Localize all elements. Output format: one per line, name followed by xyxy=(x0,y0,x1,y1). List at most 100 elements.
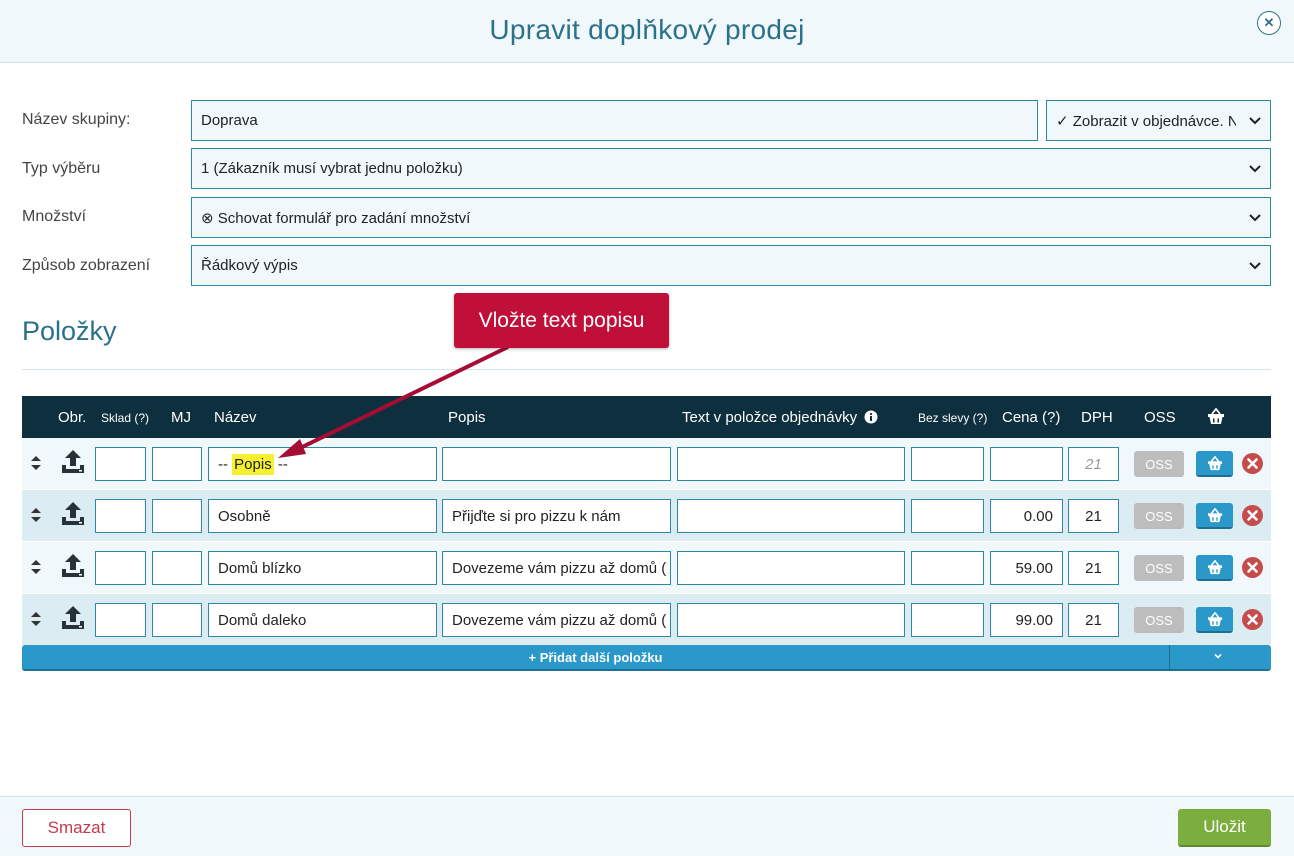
unit-input[interactable] xyxy=(152,499,202,533)
delete-row-icon[interactable] xyxy=(1242,609,1263,630)
dialog-title: Upravit doplňkový prodej xyxy=(489,14,805,45)
save-button[interactable]: Uložit xyxy=(1178,809,1271,847)
unit-input[interactable] xyxy=(152,551,202,585)
unit-input[interactable] xyxy=(152,447,202,481)
price-input[interactable]: 99.00 xyxy=(990,603,1063,637)
group-name-input[interactable]: Doprava xyxy=(191,100,1038,141)
table-row: Osobně Přijďte si pro pizzu k nám 0.00 2… xyxy=(22,490,1271,541)
display-mode-value: Řádkový výpis xyxy=(201,257,298,274)
callout-tooltip: Vložte text popisu xyxy=(454,293,669,348)
item-name-input[interactable]: Domů daleko xyxy=(208,603,437,637)
chevron-down-icon xyxy=(1249,214,1261,222)
sort-handle-icon[interactable] xyxy=(31,508,41,522)
item-description-input[interactable]: Dovezeme vám pizzu až domů ( xyxy=(442,551,671,585)
order-text-input[interactable] xyxy=(677,603,905,637)
no-discount-input[interactable] xyxy=(911,499,984,533)
stock-input[interactable] xyxy=(95,551,146,585)
quantity-select[interactable]: ⊗ Schovat formulář pro zadání množství xyxy=(191,197,1271,238)
item-description-input[interactable]: Dovezeme vám pizzu až domů ( xyxy=(442,603,671,637)
oss-toggle-button[interactable]: OSS xyxy=(1134,451,1184,477)
header-no-discount[interactable]: Bez slevy (?) xyxy=(918,411,987,425)
basket-icon xyxy=(1207,559,1222,574)
item-name-prefix: -- xyxy=(218,455,233,473)
oss-toggle-button[interactable]: OSS xyxy=(1134,607,1184,633)
vat-input[interactable]: 21 xyxy=(1068,447,1119,481)
delete-row-icon[interactable] xyxy=(1242,505,1263,526)
basket-icon xyxy=(1207,455,1222,470)
sort-handle-icon[interactable] xyxy=(31,612,41,626)
dialog-footer: Smazat Uložit xyxy=(0,796,1294,856)
items-section-title: Položky xyxy=(22,316,117,346)
order-text-input[interactable] xyxy=(677,499,905,533)
price-input[interactable]: 0.00 xyxy=(990,499,1063,533)
stock-input[interactable] xyxy=(95,603,146,637)
delete-button[interactable]: Smazat xyxy=(22,809,131,847)
group-name-label: Název skupiny: xyxy=(22,111,131,128)
order-text-input[interactable] xyxy=(677,447,905,481)
display-mode-label: Způsob zobrazení xyxy=(22,257,151,274)
add-bar-separator xyxy=(1169,645,1170,669)
chevron-down-icon xyxy=(1249,165,1261,173)
oss-toggle-button[interactable]: OSS xyxy=(1134,555,1184,581)
item-name-highlight: Popis xyxy=(232,453,274,475)
basket-button[interactable] xyxy=(1196,451,1233,477)
item-name-input[interactable]: -- Popis -- xyxy=(208,447,437,481)
item-name-input[interactable]: Osobně xyxy=(208,499,437,533)
basket-button[interactable] xyxy=(1196,555,1233,581)
no-discount-input[interactable] xyxy=(911,551,984,585)
sort-handle-icon[interactable] xyxy=(31,560,41,574)
basket-button[interactable] xyxy=(1196,503,1233,529)
display-in-order-value: ✓ Zobrazit v objednávce. N xyxy=(1056,112,1236,130)
close-icon[interactable]: ✕ xyxy=(1257,11,1281,35)
stock-input[interactable] xyxy=(95,499,146,533)
item-description-input[interactable] xyxy=(442,447,671,481)
price-input[interactable] xyxy=(990,447,1063,481)
header-stock[interactable]: Sklad (?) xyxy=(101,411,149,425)
item-description-input[interactable]: Přijďte si pro pizzu k nám xyxy=(442,499,671,533)
selection-type-select[interactable]: 1 (Zákazník musí vybrat jednu položku) xyxy=(191,148,1271,189)
upload-image-icon[interactable] xyxy=(60,501,86,527)
header-unit: MJ xyxy=(171,409,191,426)
add-item-button[interactable]: + Přidat další položku xyxy=(22,650,1169,665)
add-item-bar[interactable]: + Přidat další položku xyxy=(22,645,1271,671)
sort-handle-icon[interactable] xyxy=(31,456,41,470)
selection-type-value: 1 (Zákazník musí vybrat jednu položku) xyxy=(201,160,463,177)
no-discount-input[interactable] xyxy=(911,447,984,481)
unit-input[interactable] xyxy=(152,603,202,637)
header-oss: OSS xyxy=(1144,409,1176,426)
oss-toggle-button[interactable]: OSS xyxy=(1134,503,1184,529)
vat-input[interactable]: 21 xyxy=(1068,603,1119,637)
vat-input[interactable]: 21 xyxy=(1068,499,1119,533)
chevron-down-icon xyxy=(1249,117,1261,125)
table-row: Domů blízko Dovezeme vám pizzu až domů (… xyxy=(22,542,1271,593)
item-name-input[interactable]: Domů blízko xyxy=(208,551,437,585)
header-name: Název xyxy=(214,409,257,426)
quantity-value: ⊗ Schovat formulář pro zadání množství xyxy=(201,209,471,227)
table-row: -- Popis -- 21 OSS xyxy=(22,438,1271,489)
header-description: Popis xyxy=(448,409,486,426)
delete-row-icon[interactable] xyxy=(1242,557,1263,578)
table-row: Domů daleko Dovezeme vám pizzu až domů (… xyxy=(22,594,1271,645)
header-order-text: Text v položce objednávky xyxy=(682,409,878,426)
info-icon[interactable] xyxy=(864,410,878,424)
delete-row-icon[interactable] xyxy=(1242,453,1263,474)
stock-input[interactable] xyxy=(95,447,146,481)
display-in-order-select[interactable]: ✓ Zobrazit v objednávce. N xyxy=(1046,100,1271,141)
chevron-down-icon[interactable] xyxy=(1213,651,1223,661)
no-discount-input[interactable] xyxy=(911,603,984,637)
price-input[interactable]: 59.00 xyxy=(990,551,1063,585)
basket-button[interactable] xyxy=(1196,607,1233,633)
order-text-input[interactable] xyxy=(677,551,905,585)
basket-icon xyxy=(1207,507,1222,522)
header-price[interactable]: Cena (?) xyxy=(1002,409,1060,426)
upload-image-icon[interactable] xyxy=(60,553,86,579)
header-order-text-label: Text v položce objednávky xyxy=(682,409,858,426)
selection-type-label: Typ výběru xyxy=(22,160,101,177)
upload-image-icon[interactable] xyxy=(60,605,86,631)
items-table-header: Obr. Sklad (?) MJ Název Popis Text v pol… xyxy=(22,396,1271,438)
upload-image-icon[interactable] xyxy=(60,449,86,475)
dialog-header: Upravit doplňkový prodej ✕ xyxy=(0,0,1294,63)
basket-icon xyxy=(1207,611,1222,626)
display-mode-select[interactable]: Řádkový výpis xyxy=(191,245,1271,286)
vat-input[interactable]: 21 xyxy=(1068,551,1119,585)
